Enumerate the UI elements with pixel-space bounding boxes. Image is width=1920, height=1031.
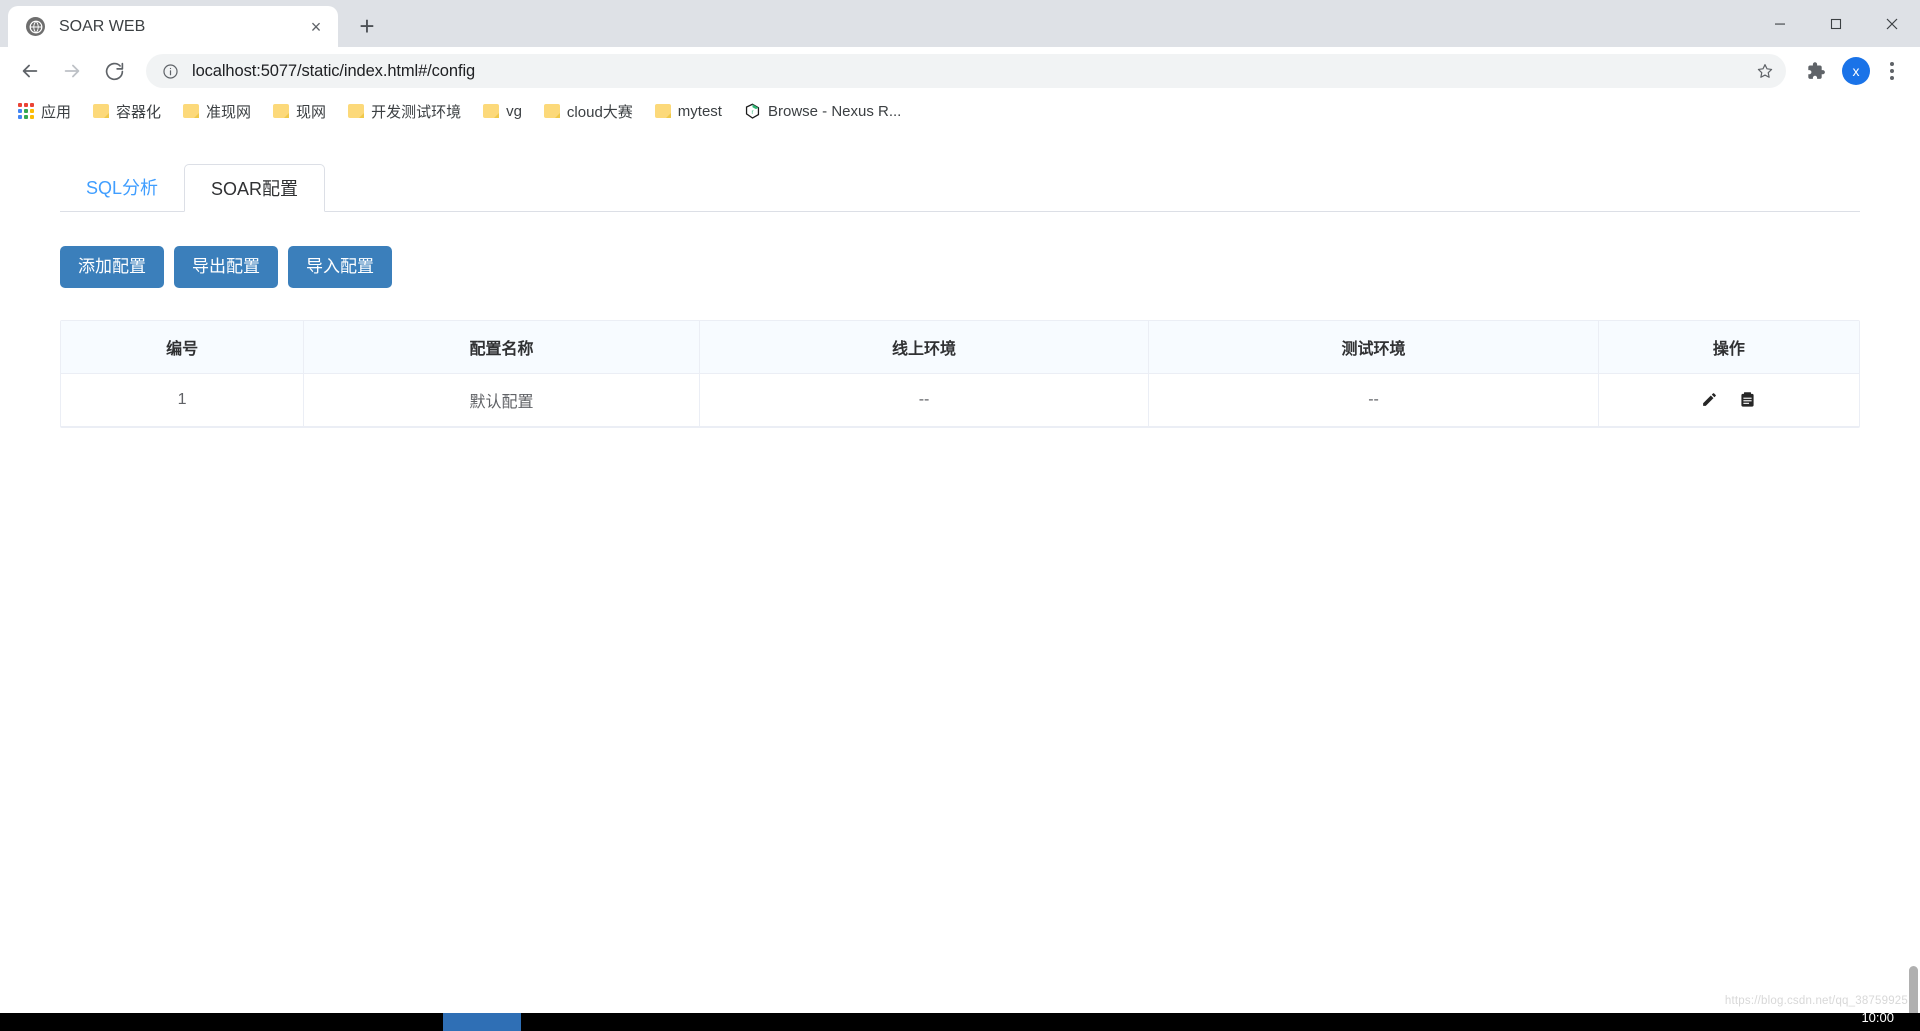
config-toolbar: 添加配置 导出配置 导入配置 [60, 246, 1860, 289]
bookmark-folder-1[interactable]: 容器化 [89, 98, 165, 125]
folder-icon [183, 104, 200, 118]
apps-grid-icon [18, 103, 34, 119]
bookmark-label: 现网 [296, 103, 327, 121]
column-header-online-env: 线上环境 [699, 321, 1150, 374]
watermark-text: https://blog.csdn.net/qq_38759925 [1724, 995, 1908, 1007]
three-dots-icon[interactable] [1876, 54, 1908, 88]
bookmark-label: 开发测试环境 [371, 103, 462, 121]
browser-tabstrip: SOAR WEB × + [0, 0, 1920, 47]
bookmark-label: 准现网 [206, 103, 252, 121]
forward-icon[interactable] [54, 53, 90, 89]
folder-icon [348, 104, 365, 118]
info-circle-icon[interactable] [160, 61, 180, 81]
cell-actions [1598, 373, 1859, 427]
browser-tab[interactable]: SOAR WEB × [8, 6, 338, 47]
folder-icon [543, 104, 560, 118]
bookmark-folder-7[interactable]: mytest [651, 100, 726, 123]
app-tab-bar: SQL分析 SOAR配置 [60, 164, 1860, 212]
bookmark-label: cloud大赛 [566, 103, 633, 121]
browser-window: SOAR WEB × + localhost:5077/static/index… [0, 0, 1920, 1031]
puzzle-icon[interactable] [1798, 54, 1832, 88]
folder-icon [654, 104, 671, 118]
app-page: SQL分析 SOAR配置 添加配置 导出配置 导入配置 编号 配置名称 线上环境… [0, 164, 1920, 428]
minimize-icon[interactable] [1752, 0, 1808, 47]
folder-icon [273, 104, 290, 118]
column-header-actions: 操作 [1598, 321, 1859, 374]
edit-pencil-icon[interactable] [1700, 390, 1720, 410]
folder-icon [93, 104, 110, 118]
cell-name: 默认配置 [303, 373, 700, 427]
export-config-button[interactable]: 导出配置 [174, 246, 278, 289]
bookmark-folder-6[interactable]: cloud大赛 [540, 98, 637, 125]
scrollbar-thumb[interactable] [1909, 966, 1918, 1013]
nexus-icon: r [744, 103, 761, 120]
page-scrollbar[interactable] [1906, 128, 1920, 1013]
bookmark-folder-4[interactable]: 开发测试环境 [344, 98, 465, 125]
bookmark-label: mytest [677, 102, 722, 120]
add-config-button[interactable]: 添加配置 [60, 246, 164, 289]
bookmark-folder-3[interactable]: 现网 [269, 98, 330, 125]
table-header-row: 编号 配置名称 线上环境 测试环境 操作 [61, 321, 1859, 374]
address-bar-url: localhost:5077/static/index.html#/config [192, 61, 476, 80]
browser-tab-title: SOAR WEB [59, 17, 146, 35]
close-icon[interactable]: × [304, 15, 328, 39]
new-tab-button[interactable]: + [348, 7, 386, 45]
config-table: 编号 配置名称 线上环境 测试环境 操作 1 默认配置 -- -- [60, 320, 1860, 428]
window-controls [1752, 0, 1920, 47]
star-icon[interactable] [1752, 58, 1778, 84]
os-taskbar: 10:00 [0, 1010, 1920, 1031]
table-row[interactable]: 1 默认配置 -- -- [61, 373, 1859, 427]
profile-avatar[interactable]: x [1842, 57, 1870, 85]
bookmark-label: vg [506, 102, 522, 120]
cell-id: 1 [61, 373, 305, 427]
address-bar[interactable]: localhost:5077/static/index.html#/config [146, 54, 1786, 88]
svg-text:r: r [751, 110, 753, 116]
bookmark-nexus[interactable]: r Browse - Nexus R... [740, 100, 905, 123]
browser-toolbar: localhost:5077/static/index.html#/config… [0, 47, 1920, 95]
taskbar-clock: 10:00 [1861, 1010, 1894, 1025]
reload-icon[interactable] [96, 53, 132, 89]
globe-icon [26, 17, 45, 36]
import-config-button[interactable]: 导入配置 [288, 246, 392, 289]
bookmarks-bar: 应用 容器化 准现网 现网 开发测试环境 vg cloud大赛 mytest r… [0, 95, 1920, 128]
tab-soar-config[interactable]: SOAR配置 [184, 164, 326, 212]
column-header-name: 配置名称 [303, 321, 700, 374]
bookmark-label: 容器化 [116, 103, 162, 121]
bookmark-label: Browse - Nexus R... [767, 102, 902, 120]
bookmark-apps[interactable]: 应用 [14, 98, 75, 125]
bookmark-folder-2[interactable]: 准现网 [179, 98, 255, 125]
cell-test-env: -- [1148, 373, 1599, 427]
column-header-id: 编号 [61, 321, 305, 374]
window-close-icon[interactable] [1864, 0, 1920, 47]
back-icon[interactable] [12, 53, 48, 89]
column-header-test-env: 测试环境 [1148, 321, 1599, 374]
maximize-icon[interactable] [1808, 0, 1864, 47]
folder-icon [483, 104, 500, 118]
taskbar-item[interactable] [443, 1013, 521, 1031]
page-viewport: SQL分析 SOAR配置 添加配置 导出配置 导入配置 编号 配置名称 线上环境… [0, 128, 1920, 1013]
bookmark-label: 应用 [41, 103, 72, 121]
cell-online-env: -- [699, 373, 1150, 427]
tab-sql-analysis[interactable]: SQL分析 [60, 164, 184, 212]
bookmark-folder-5[interactable]: vg [479, 100, 526, 123]
copy-clipboard-icon[interactable] [1738, 390, 1758, 410]
